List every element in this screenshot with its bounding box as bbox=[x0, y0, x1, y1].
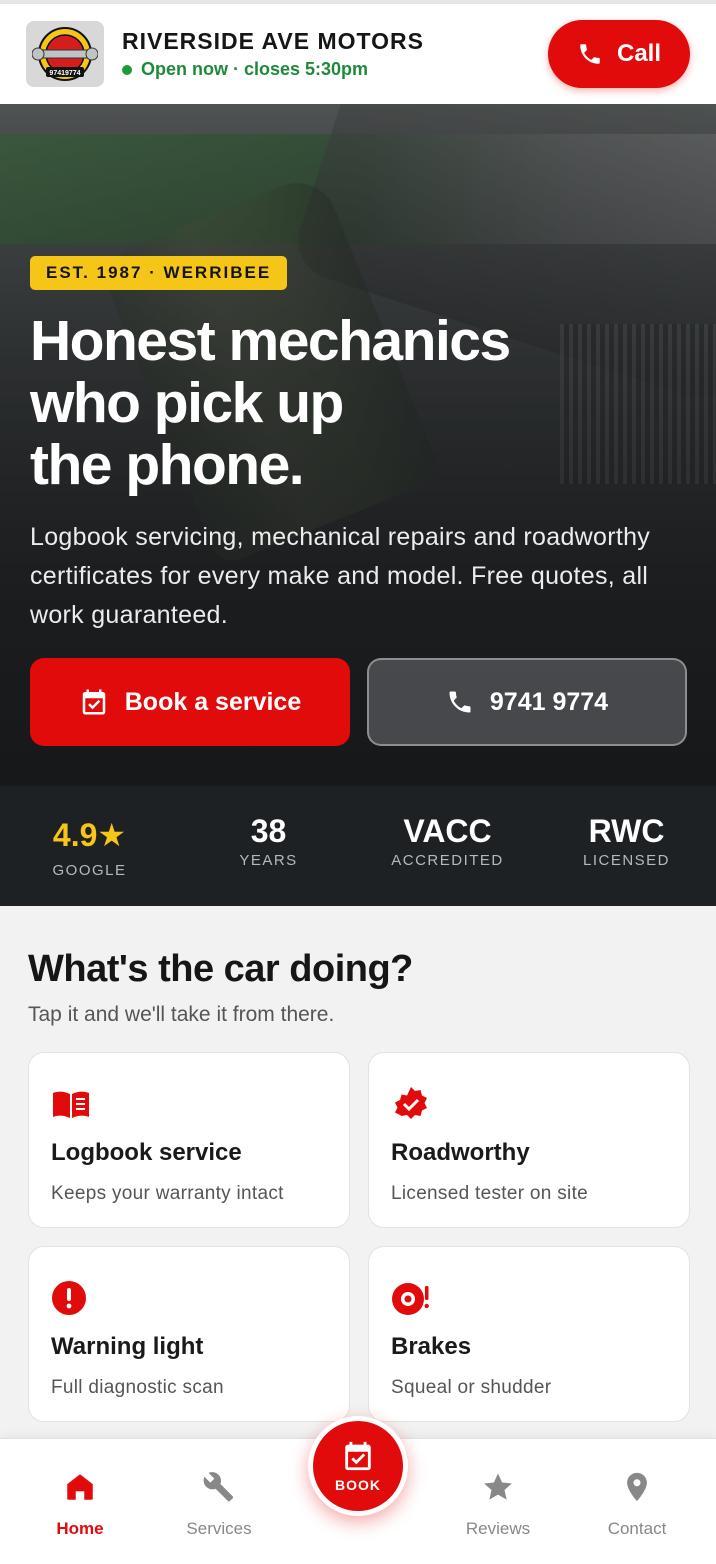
phone-number-label: 9741 9774 bbox=[489, 687, 609, 716]
hero-headline: Honest mechanics who pick up the phone. bbox=[30, 309, 511, 497]
book-fab-label: BOOK bbox=[335, 1477, 381, 1493]
stat-value: VACC bbox=[403, 813, 492, 849]
app-header: 97419774 RIVERSIDE AVE MOTORS Open now ·… bbox=[0, 0, 716, 104]
service-card-logbook[interactable]: Logbook service Keeps your warranty inta… bbox=[28, 1052, 350, 1228]
open-status-dot-icon bbox=[122, 64, 132, 75]
logo-phone-text: 97419774 bbox=[49, 70, 80, 77]
service-card-title: Roadworthy bbox=[391, 1139, 530, 1166]
calendar-check-icon bbox=[345, 1441, 371, 1471]
nav-services-label: Services bbox=[186, 1519, 252, 1538]
logo-badge-icon: 97419774 bbox=[32, 27, 98, 81]
services-section: What's the car doing? Tap it and we'll t… bbox=[28, 948, 690, 1422]
hero-subtext: Logbook servicing, mechanical repairs an… bbox=[30, 523, 651, 629]
book-icon bbox=[53, 1091, 89, 1118]
service-card-roadworthy[interactable]: Roadworthy Licensed tester on site bbox=[368, 1052, 690, 1228]
service-card-brakes[interactable]: Brakes Squeal or shudder bbox=[368, 1246, 690, 1422]
stat-value: 4.9★ bbox=[52, 817, 127, 853]
service-card-title: Brakes bbox=[391, 1333, 472, 1360]
hero-section: EST. 1987 · WERRIBEE Honest mechanics wh… bbox=[0, 104, 716, 786]
phone-number-button[interactable]: 9741 9774 bbox=[367, 658, 687, 746]
services-subtitle: Tap it and we'll take it from there. bbox=[28, 1003, 335, 1026]
book-fab-button[interactable]: BOOK bbox=[308, 1416, 408, 1516]
alert-icon bbox=[52, 1281, 86, 1315]
calendar-check-icon bbox=[82, 689, 105, 715]
map-pin-icon bbox=[627, 1472, 647, 1502]
nav-home[interactable]: Home bbox=[20, 1467, 140, 1539]
stat-google-rating: 4.9★ GOOGLE bbox=[0, 786, 179, 906]
nav-reviews[interactable]: Reviews bbox=[438, 1467, 558, 1539]
home-icon bbox=[67, 1474, 93, 1500]
verified-badge-icon bbox=[395, 1087, 427, 1119]
service-card-title: Warning light bbox=[51, 1333, 204, 1360]
established-badge: EST. 1987 · WERRIBEE bbox=[30, 256, 288, 290]
call-button-label: Call bbox=[616, 40, 661, 67]
stat-label: YEARS bbox=[239, 852, 298, 869]
business-logo[interactable]: 97419774 bbox=[26, 21, 104, 87]
open-status-text: Open now · closes 5:30pm bbox=[141, 59, 369, 79]
call-button[interactable]: Call bbox=[548, 20, 690, 88]
nav-reviews-label: Reviews bbox=[465, 1519, 531, 1538]
trust-stats-bar: 4.9★ GOOGLE 38 YEARS VACC ACCREDITED RWC… bbox=[0, 786, 716, 906]
book-service-button[interactable]: Book a service bbox=[30, 658, 350, 746]
stat-vacc: VACC ACCREDITED bbox=[358, 786, 537, 906]
stat-label: ACCREDITED bbox=[391, 852, 504, 869]
service-card-subtitle: Licensed tester on site bbox=[391, 1183, 589, 1204]
service-card-subtitle: Keeps your warranty intact bbox=[51, 1183, 284, 1204]
stat-years: 38 YEARS bbox=[179, 786, 358, 906]
stat-label: LICENSED bbox=[582, 852, 671, 869]
stat-rwc: RWC LICENSED bbox=[537, 786, 716, 906]
service-card-subtitle: Full diagnostic scan bbox=[51, 1377, 224, 1398]
stat-value: RWC bbox=[588, 813, 665, 849]
nav-services[interactable]: Services bbox=[159, 1467, 279, 1539]
nav-contact-label: Contact bbox=[607, 1519, 667, 1538]
brake-disc-icon bbox=[392, 1283, 429, 1315]
star-icon bbox=[484, 1473, 512, 1500]
stat-value: 38 bbox=[250, 813, 287, 849]
service-card-subtitle: Squeal or shudder bbox=[391, 1377, 552, 1398]
service-card-title: Logbook service bbox=[51, 1139, 242, 1166]
wrench-icon bbox=[203, 1472, 234, 1502]
business-name: RIVERSIDE AVE MOTORS bbox=[122, 28, 425, 54]
services-title: What's the car doing? bbox=[28, 948, 413, 990]
open-status: Open now · closes 5:30pm bbox=[122, 59, 548, 80]
phone-icon bbox=[580, 44, 600, 64]
nav-contact[interactable]: Contact bbox=[577, 1467, 697, 1539]
book-service-label: Book a service bbox=[124, 687, 302, 716]
nav-home-label: Home bbox=[56, 1519, 104, 1538]
stat-label: GOOGLE bbox=[52, 862, 127, 879]
phone-icon bbox=[449, 691, 471, 713]
service-card-warning-light[interactable]: Warning light Full diagnostic scan bbox=[28, 1246, 350, 1422]
